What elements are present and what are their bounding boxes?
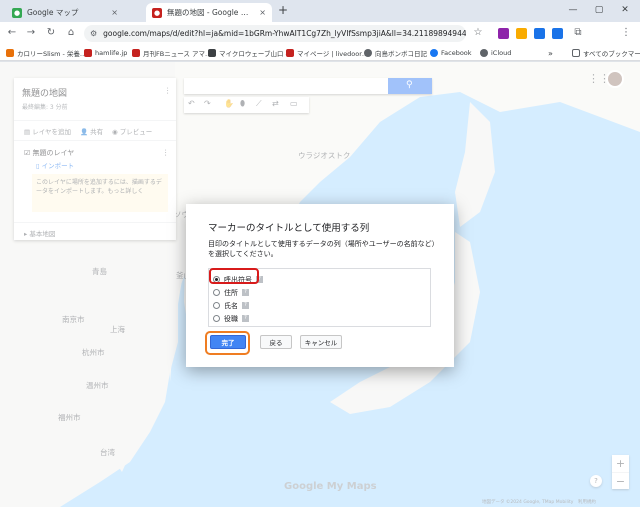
- reload-icon[interactable]: ↻: [43, 25, 59, 41]
- option-label: 氏名: [224, 301, 238, 310]
- bookmark-item[interactable]: hamlife.jp: [84, 47, 127, 59]
- help-icon[interactable]: ?: [242, 315, 249, 322]
- bookmarks-bar: カロリーSlism - 栄養… hamlife.jp 月刊FBニュース アマ… …: [0, 45, 640, 61]
- bookmark-label: 月刊FBニュース アマ…: [143, 50, 212, 58]
- maximize-button[interactable]: ▢: [590, 2, 608, 18]
- minimize-button[interactable]: —: [564, 2, 582, 18]
- bookmark-icon: [208, 49, 216, 57]
- highlight-callsign-option: [209, 268, 259, 284]
- translate-extension-icon[interactable]: [534, 28, 545, 39]
- bookmark-icon: [132, 49, 140, 57]
- option-address[interactable]: 住所 ?: [213, 287, 249, 298]
- bookmark-item[interactable]: 向島ボンボコ日記: [364, 47, 427, 59]
- all-bookmarks-button[interactable]: すべてのブックマーク: [572, 47, 640, 59]
- facebook-icon: [430, 49, 438, 57]
- address-bar[interactable]: ⚙ google.com/maps/d/edit?hl=ja&mid=1bGRm…: [84, 25, 466, 42]
- bookmark-item[interactable]: マイページ | livedoor…: [286, 47, 368, 59]
- folder-icon: [572, 49, 580, 57]
- forward-arrow-icon[interactable]: →: [23, 25, 39, 41]
- browser-toolbar: ← → ↻ ⌂ ⚙ google.com/maps/d/edit?hl=ja&m…: [0, 22, 640, 61]
- site-info-icon[interactable]: ⚙: [90, 29, 97, 38]
- tab-title: Google マップ: [27, 8, 79, 17]
- help-icon[interactable]: ?: [242, 289, 249, 296]
- home-icon[interactable]: ⌂: [63, 25, 79, 41]
- onenote-extension-icon[interactable]: [498, 28, 509, 39]
- dialog-description: 目印のタイトルとして使用するデータの列（場所やユーザーの名前など）を選択してくだ…: [208, 240, 439, 258]
- download-extension-icon[interactable]: [552, 28, 563, 39]
- help-icon[interactable]: ?: [242, 302, 249, 309]
- menu-dots-icon[interactable]: ⋮: [618, 25, 634, 41]
- cancel-button[interactable]: キャンセル: [300, 335, 342, 349]
- bookmark-label: マイクロウェーブ山口 -…: [219, 50, 295, 58]
- dialog-title: マーカーのタイトルとして使用する列: [208, 223, 370, 234]
- bookmark-item[interactable]: マイクロウェーブ山口 -…: [208, 47, 294, 59]
- radio-unselected[interactable]: [213, 289, 220, 296]
- my-maps-icon: ●: [152, 7, 162, 18]
- bookmark-icon: [364, 49, 372, 57]
- new-tab-button[interactable]: +: [274, 2, 292, 18]
- bookmark-item[interactable]: iCloud: [480, 47, 511, 59]
- bookmark-label: カロリーSlism - 栄養…: [17, 50, 87, 58]
- bookmark-star-icon[interactable]: ☆: [470, 25, 486, 41]
- bookmark-icon: [6, 49, 14, 57]
- bookmark-label: 向島ボンボコ日記: [375, 50, 427, 58]
- tab-google-maps[interactable]: ● Google マップ ×: [6, 3, 124, 22]
- bookmark-item[interactable]: Facebook: [430, 47, 472, 59]
- close-tab-icon[interactable]: ×: [259, 8, 266, 17]
- bookmark-label: マイページ | livedoor…: [297, 50, 369, 58]
- bookmark-item[interactable]: カロリーSlism - 栄養…: [6, 47, 86, 59]
- option-name[interactable]: 氏名 ?: [213, 300, 249, 311]
- back-arrow-icon[interactable]: ←: [4, 25, 20, 41]
- close-tab-icon[interactable]: ×: [111, 8, 118, 17]
- tab-strip: ● Google マップ × ● 無題の地図 - Google マイマップ × …: [0, 0, 640, 22]
- option-title[interactable]: 役職 ?: [213, 313, 249, 324]
- url-text: google.com/maps/d/edit?hl=ja&mid=1bGRm-Y…: [103, 29, 466, 38]
- bookmark-icon: [84, 49, 92, 57]
- option-label: 住所: [224, 288, 238, 297]
- extensions-icon[interactable]: ⧉: [570, 25, 586, 41]
- bookmark-icon: [286, 49, 294, 57]
- tab-my-maps[interactable]: ● 無題の地図 - Google マイマップ ×: [146, 3, 272, 22]
- window-close-button[interactable]: ✕: [616, 2, 634, 18]
- keep-extension-icon[interactable]: [516, 28, 527, 39]
- bookmark-label: hamlife.jp: [95, 49, 128, 57]
- bookmark-item[interactable]: 月刊FBニュース アマ…: [132, 47, 211, 59]
- radio-unselected[interactable]: [213, 302, 220, 309]
- google-maps-icon: ●: [12, 7, 22, 18]
- option-label: 役職: [224, 314, 238, 323]
- radio-unselected[interactable]: [213, 315, 220, 322]
- all-bookmarks-label: すべてのブックマーク: [583, 50, 640, 58]
- bookmarks-more-button[interactable]: »: [548, 47, 553, 59]
- highlight-done-button: [205, 331, 250, 355]
- apple-icon: [480, 49, 488, 57]
- bookmark-label: iCloud: [491, 49, 512, 57]
- tab-title: 無題の地図 - Google マイマップ: [167, 8, 254, 17]
- bookmark-label: Facebook: [441, 49, 472, 57]
- back-button[interactable]: 戻る: [260, 335, 292, 349]
